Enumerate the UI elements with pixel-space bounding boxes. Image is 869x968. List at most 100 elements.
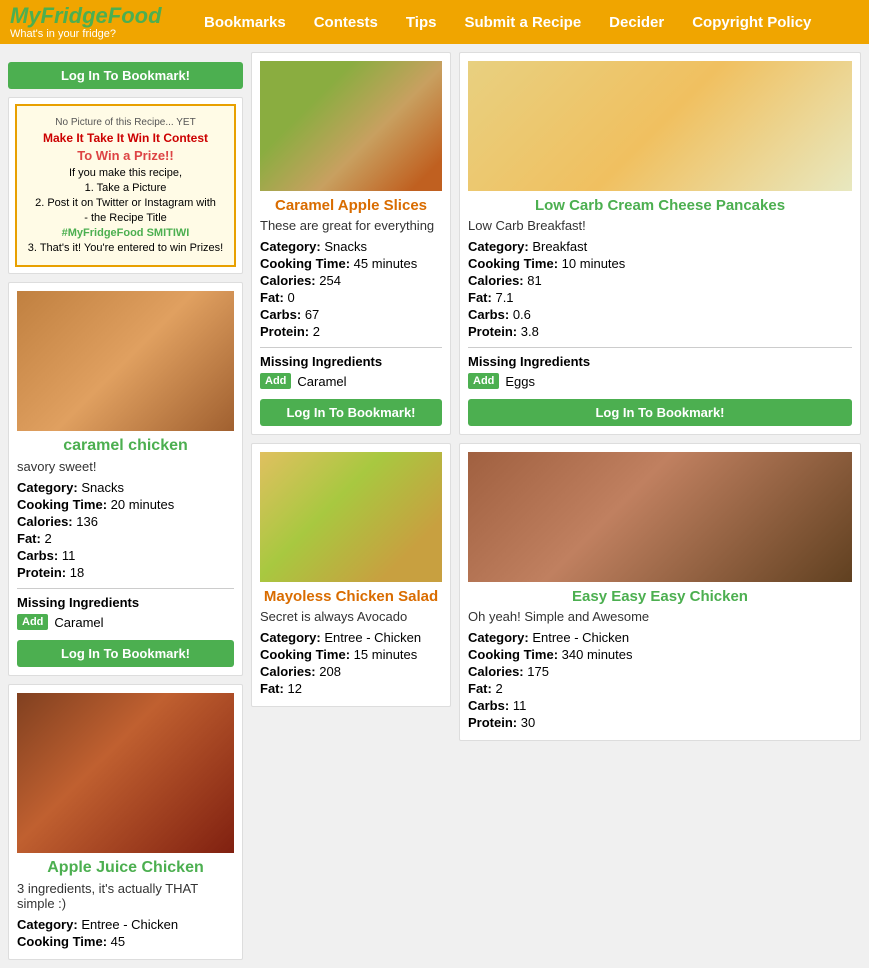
- cream-cheese-pancakes-card: Low Carb Cream Cheese Pancakes Low Carb …: [459, 52, 861, 435]
- caramel-apple-meta: Category: Snacks Cooking Time: 45 minute…: [260, 239, 442, 339]
- mayoless-chicken-cooking-time: Cooking Time: 15 minutes: [260, 647, 442, 662]
- nav-contests[interactable]: Contests: [300, 6, 392, 39]
- nav-bookmarks[interactable]: Bookmarks: [190, 6, 300, 39]
- caramel-chicken-meta: Category: Snacks Cooking Time: 20 minute…: [17, 480, 234, 580]
- caramel-apple-carbs: Carbs: 67: [260, 307, 442, 322]
- main-content: Log In To Bookmark! No Picture of this R…: [0, 44, 869, 968]
- apple-juice-chicken-category: Category: Entree - Chicken: [17, 917, 234, 932]
- mayoless-chicken-card: Mayoless Chicken Salad Secret is always …: [251, 443, 451, 707]
- caramel-apple-category: Category: Snacks: [260, 239, 442, 254]
- main-nav: Bookmarks Contests Tips Submit a Recipe …: [190, 6, 825, 39]
- apple-juice-chicken-title[interactable]: Apple Juice Chicken: [17, 859, 234, 877]
- contest-step4: 3. That's it! You're entered to win Priz…: [25, 242, 226, 254]
- left-column: Log In To Bookmark! No Picture of this R…: [8, 52, 243, 960]
- caramel-chicken-missing-ingredient: Caramel: [54, 615, 103, 630]
- nav-copyright[interactable]: Copyright Policy: [678, 6, 825, 39]
- contest-step2: 1. Take a Picture: [25, 182, 226, 194]
- contest-hashtag: #MyFridgeFood SMITIWI: [25, 227, 226, 239]
- caramel-apple-protein: Protein: 2: [260, 324, 442, 339]
- easy-chicken-meta: Category: Entree - Chicken Cooking Time:…: [468, 630, 852, 730]
- easy-chicken-title: Easy Easy Easy Chicken: [468, 588, 852, 605]
- caramel-chicken-missing-caramel: Add Caramel: [17, 614, 234, 630]
- logo-title[interactable]: MyFridgeFood: [10, 4, 170, 28]
- caramel-apple-bookmark-btn[interactable]: Log In To Bookmark!: [260, 399, 442, 426]
- cream-cheese-protein: Protein: 3.8: [468, 324, 852, 339]
- top-bookmark-button[interactable]: Log In To Bookmark!: [8, 62, 243, 89]
- easy-chicken-desc: Oh yeah! Simple and Awesome: [468, 609, 852, 624]
- mayoless-chicken-desc: Secret is always Avocado: [260, 609, 442, 624]
- contest-make-it: Make It Take It Win It Contest: [25, 131, 226, 145]
- caramel-chicken-desc: savory sweet!: [17, 459, 234, 474]
- caramel-chicken-title[interactable]: caramel chicken: [17, 437, 234, 455]
- apple-juice-chicken-meta: Category: Entree - Chicken Cooking Time:…: [17, 917, 234, 949]
- contest-step3: 2. Post it on Twitter or Instagram with: [25, 197, 226, 209]
- caramel-apple-title: Caramel Apple Slices: [260, 197, 442, 214]
- cream-cheese-pancakes-title: Low Carb Cream Cheese Pancakes: [468, 197, 852, 214]
- caramel-apple-missing-ingredient: Caramel: [297, 374, 346, 389]
- nav-submit[interactable]: Submit a Recipe: [450, 6, 595, 39]
- caramel-chicken-bookmark-btn[interactable]: Log In To Bookmark!: [17, 640, 234, 667]
- easy-chicken-carbs: Carbs: 11: [468, 698, 852, 713]
- caramel-apple-add-caramel-btn[interactable]: Add: [260, 373, 291, 389]
- caramel-chicken-carbs: Carbs: 11: [17, 548, 234, 563]
- logo-area: MyFridgeFood What's in your fridge?: [10, 4, 170, 40]
- caramel-apple-image: [260, 61, 442, 191]
- caramel-apple-fat: Fat: 0: [260, 290, 442, 305]
- middle-column: Caramel Apple Slices These are great for…: [251, 52, 451, 960]
- caramel-apple-missing-caramel: Add Caramel: [260, 373, 442, 389]
- right-column: Low Carb Cream Cheese Pancakes Low Carb …: [459, 52, 861, 960]
- caramel-apple-cooking-time: Cooking Time: 45 minutes: [260, 256, 442, 271]
- cream-cheese-category: Category: Breakfast: [468, 239, 852, 254]
- cream-cheese-missing-eggs: Add Eggs: [468, 373, 852, 389]
- caramel-chicken-add-caramel-btn[interactable]: Add: [17, 614, 48, 630]
- contest-inner: No Picture of this Recipe... YET Make It…: [15, 104, 236, 267]
- mayoless-chicken-title: Mayoless Chicken Salad: [260, 588, 442, 605]
- easy-chicken-category: Category: Entree - Chicken: [468, 630, 852, 645]
- easy-chicken-cooking-time: Cooking Time: 340 minutes: [468, 647, 852, 662]
- caramel-apple-missing-title: Missing Ingredients: [260, 347, 442, 369]
- cream-cheese-missing-ingredient: Eggs: [505, 374, 535, 389]
- cream-cheese-add-eggs-btn[interactable]: Add: [468, 373, 499, 389]
- header: MyFridgeFood What's in your fridge? Book…: [0, 0, 869, 44]
- contest-card: No Picture of this Recipe... YET Make It…: [8, 97, 243, 274]
- apple-juice-chicken-image: [17, 693, 234, 853]
- cream-cheese-cooking-time: Cooking Time: 10 minutes: [468, 256, 852, 271]
- caramel-apple-card: Caramel Apple Slices These are great for…: [251, 52, 451, 435]
- logo-subtitle: What's in your fridge?: [10, 28, 170, 40]
- nav-decider[interactable]: Decider: [595, 6, 678, 39]
- apple-juice-chicken-card: Apple Juice Chicken 3 ingredients, it's …: [8, 684, 243, 960]
- caramel-chicken-image: [17, 291, 234, 431]
- cream-cheese-bookmark-btn[interactable]: Log In To Bookmark!: [468, 399, 852, 426]
- cream-cheese-missing-title: Missing Ingredients: [468, 347, 852, 369]
- easy-chicken-image: [468, 452, 852, 582]
- caramel-chicken-protein: Protein: 18: [17, 565, 234, 580]
- mayoless-chicken-image: [260, 452, 442, 582]
- cream-cheese-pancakes-meta: Category: Breakfast Cooking Time: 10 min…: [468, 239, 852, 339]
- cream-cheese-fat: Fat: 7.1: [468, 290, 852, 305]
- caramel-chicken-fat: Fat: 2: [17, 531, 234, 546]
- nav-tips[interactable]: Tips: [392, 6, 451, 39]
- easy-chicken-calories: Calories: 175: [468, 664, 852, 679]
- caramel-chicken-missing-title: Missing Ingredients: [17, 588, 234, 610]
- cream-cheese-calories: Calories: 81: [468, 273, 852, 288]
- contest-step3b: - the Recipe Title: [25, 212, 226, 224]
- mayoless-chicken-meta: Category: Entree - Chicken Cooking Time:…: [260, 630, 442, 696]
- caramel-chicken-cooking-time: Cooking Time: 20 minutes: [17, 497, 234, 512]
- cream-cheese-pancakes-desc: Low Carb Breakfast!: [468, 218, 852, 233]
- easy-chicken-card: Easy Easy Easy Chicken Oh yeah! Simple a…: [459, 443, 861, 741]
- cream-cheese-pancakes-image: [468, 61, 852, 191]
- mayoless-chicken-category: Category: Entree - Chicken: [260, 630, 442, 645]
- caramel-apple-calories: Calories: 254: [260, 273, 442, 288]
- contest-prize: To Win a Prize!!: [25, 148, 226, 163]
- apple-juice-chicken-desc: 3 ingredients, it's actually THAT simple…: [17, 881, 234, 911]
- caramel-apple-desc: These are great for everything: [260, 218, 442, 233]
- contest-step1: If you make this recipe,: [25, 167, 226, 179]
- apple-juice-chicken-cooking-time: Cooking Time: 45: [17, 934, 234, 949]
- caramel-chicken-card: caramel chicken savory sweet! Category: …: [8, 282, 243, 676]
- mayoless-chicken-calories: Calories: 208: [260, 664, 442, 679]
- cream-cheese-carbs: Carbs: 0.6: [468, 307, 852, 322]
- mayoless-chicken-fat: Fat: 12: [260, 681, 442, 696]
- contest-no-picture: No Picture of this Recipe... YET: [25, 117, 226, 128]
- caramel-chicken-category: Category: Snacks: [17, 480, 234, 495]
- easy-chicken-protein: Protein: 30: [468, 715, 852, 730]
